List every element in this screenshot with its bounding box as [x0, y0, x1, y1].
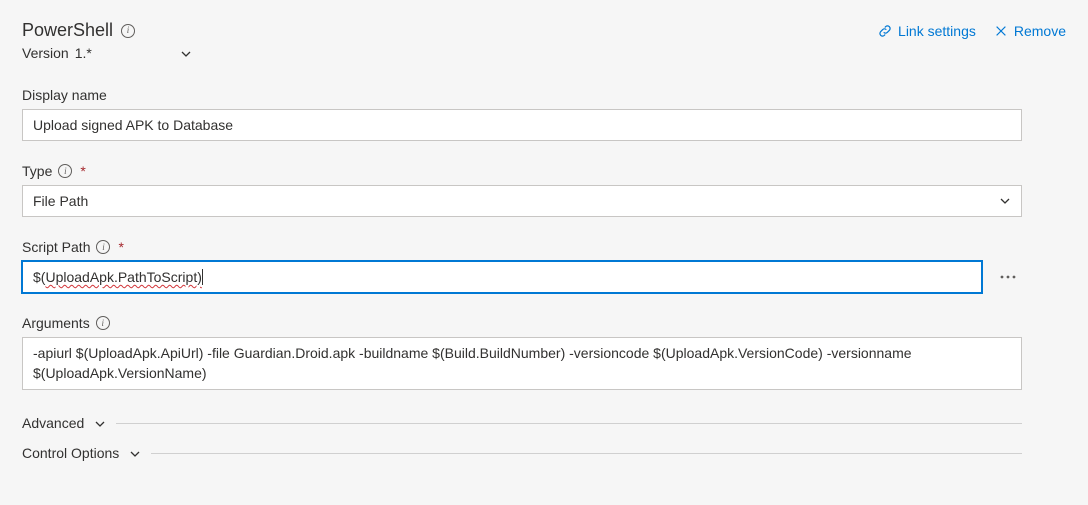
header-row: PowerShell i Link settings Remove — [22, 20, 1066, 41]
remove-label: Remove — [1014, 23, 1066, 39]
ellipsis-icon — [1000, 275, 1016, 279]
control-options-section[interactable]: Control Options — [22, 445, 1066, 461]
version-value: 1.* — [75, 45, 92, 61]
type-field: Type i * File Path — [22, 163, 1066, 217]
info-icon[interactable]: i — [121, 24, 135, 38]
required-mark: * — [80, 163, 85, 179]
info-icon[interactable]: i — [96, 316, 110, 330]
task-settings-panel: PowerShell i Link settings Remove Versio… — [0, 0, 1088, 461]
script-path-prefix: $( — [33, 269, 45, 285]
info-icon[interactable]: i — [58, 164, 72, 178]
version-dropdown[interactable]: Version 1.* — [22, 45, 192, 61]
type-value: File Path — [33, 193, 88, 209]
arguments-field: Arguments i — [22, 315, 1066, 393]
script-path-field: Script Path i * $(UploadApk.PathToScript… — [22, 239, 1066, 293]
section-divider — [116, 423, 1022, 424]
task-title: PowerShell — [22, 20, 113, 41]
script-path-squiggle: UploadApk.PathToScript) — [45, 269, 201, 285]
link-settings-button[interactable]: Link settings — [878, 23, 976, 39]
link-icon — [878, 24, 892, 38]
header-actions: Link settings Remove — [878, 23, 1066, 39]
chevron-down-icon — [129, 447, 141, 459]
chevron-down-icon — [94, 417, 106, 429]
required-mark: * — [118, 239, 123, 255]
display-name-label: Display name — [22, 87, 107, 103]
type-select[interactable]: File Path — [22, 185, 1022, 217]
chevron-down-icon — [180, 47, 192, 59]
type-label: Type — [22, 163, 52, 179]
chevron-down-icon — [999, 195, 1011, 207]
advanced-label: Advanced — [22, 415, 84, 431]
text-caret — [202, 269, 203, 285]
display-name-input[interactable] — [22, 109, 1022, 141]
script-path-label: Script Path — [22, 239, 90, 255]
version-label: Version — [22, 45, 69, 61]
browse-button[interactable] — [994, 263, 1022, 291]
script-path-input[interactable]: $(UploadApk.PathToScript) — [22, 261, 982, 293]
close-icon — [994, 24, 1008, 38]
link-settings-label: Link settings — [898, 23, 976, 39]
section-divider — [151, 453, 1022, 454]
arguments-input[interactable] — [22, 337, 1022, 390]
arguments-label: Arguments — [22, 315, 90, 331]
remove-button[interactable]: Remove — [994, 23, 1066, 39]
title-wrap: PowerShell i — [22, 20, 135, 41]
display-name-field: Display name — [22, 87, 1066, 141]
advanced-section[interactable]: Advanced — [22, 415, 1066, 431]
info-icon[interactable]: i — [96, 240, 110, 254]
control-options-label: Control Options — [22, 445, 119, 461]
